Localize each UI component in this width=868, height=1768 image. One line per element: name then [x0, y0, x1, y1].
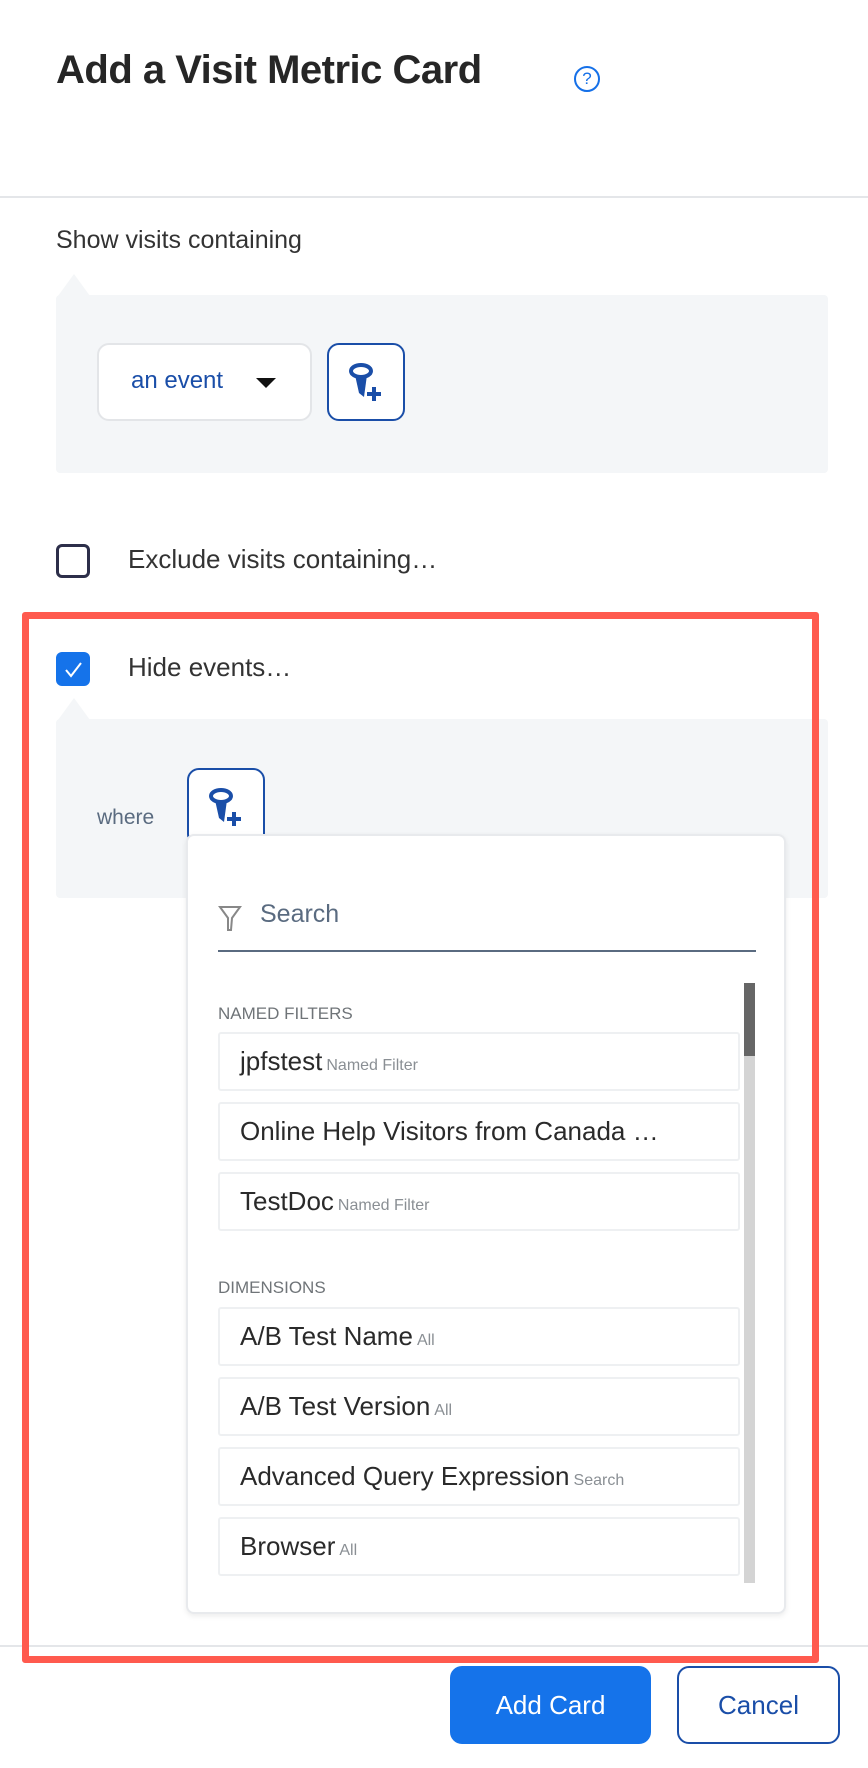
- dropdown-value: an event: [131, 367, 224, 394]
- list-item[interactable]: A/B Test Name All: [218, 1307, 740, 1366]
- filter-icon: [218, 906, 242, 931]
- item-name: A/B Test Version: [240, 1391, 431, 1421]
- item-name: A/B Test Name: [240, 1321, 413, 1351]
- item-name: TestDoc: [240, 1186, 334, 1216]
- item-type: All: [434, 1402, 453, 1419]
- panel-notch: [58, 274, 90, 296]
- item-name: Advanced Query Expression: [240, 1461, 570, 1491]
- scrollbar[interactable]: [744, 983, 755, 1583]
- item-name: jpfstest: [240, 1046, 323, 1076]
- exclude-checkbox[interactable]: [56, 544, 90, 578]
- section-named-filters: NAMED FILTERS: [218, 1004, 353, 1023]
- cancel-button[interactable]: Cancel: [677, 1666, 840, 1744]
- check-icon: [65, 662, 82, 678]
- add-card-button[interactable]: Add Card: [450, 1666, 651, 1744]
- list-item[interactable]: Online Help Visitors from Canada …: [218, 1102, 740, 1161]
- panel-notch: [58, 698, 90, 720]
- page-title: Add a Visit Metric Card: [56, 48, 482, 92]
- filter-plus-icon: [349, 363, 381, 401]
- divider: [0, 196, 868, 198]
- show-visits-label: Show visits containing: [56, 226, 302, 254]
- item-name: Online Help Visitors from Canada …: [240, 1116, 659, 1146]
- event-type-dropdown[interactable]: an event: [97, 343, 312, 421]
- where-label: where: [97, 806, 155, 829]
- exclude-label: Exclude visits containing…: [128, 544, 438, 574]
- item-type: Named Filter: [326, 1057, 418, 1074]
- list-item[interactable]: A/B Test Version All: [218, 1377, 740, 1436]
- search-underline: [218, 950, 756, 952]
- search-input[interactable]: [260, 900, 710, 929]
- item-type: Search: [573, 1472, 625, 1489]
- footer-divider: [0, 1645, 868, 1647]
- caret-down-icon: [256, 378, 276, 388]
- list-item[interactable]: Browser All: [218, 1517, 740, 1576]
- hide-events-label: Hide events…: [128, 652, 292, 682]
- help-icon[interactable]: ?: [574, 66, 600, 92]
- section-dimensions: DIMENSIONS: [218, 1278, 326, 1297]
- hide-events-checkbox[interactable]: [56, 652, 90, 686]
- scrollbar-thumb[interactable]: [744, 983, 755, 1056]
- filter-plus-icon: [209, 788, 241, 826]
- list-item[interactable]: jpfstest Named Filter: [218, 1032, 740, 1091]
- list-item[interactable]: TestDoc Named Filter: [218, 1172, 740, 1231]
- add-filter-button[interactable]: [327, 343, 405, 421]
- filter-dropdown-menu: NAMED FILTERS jpfstestNamed Filter Onlin…: [186, 834, 786, 1614]
- item-name: Browser: [240, 1531, 336, 1561]
- item-type: All: [416, 1332, 435, 1349]
- item-type: All: [339, 1542, 358, 1559]
- item-type: Named Filter: [337, 1197, 430, 1214]
- list-item[interactable]: Advanced Query Expression Search: [218, 1447, 740, 1506]
